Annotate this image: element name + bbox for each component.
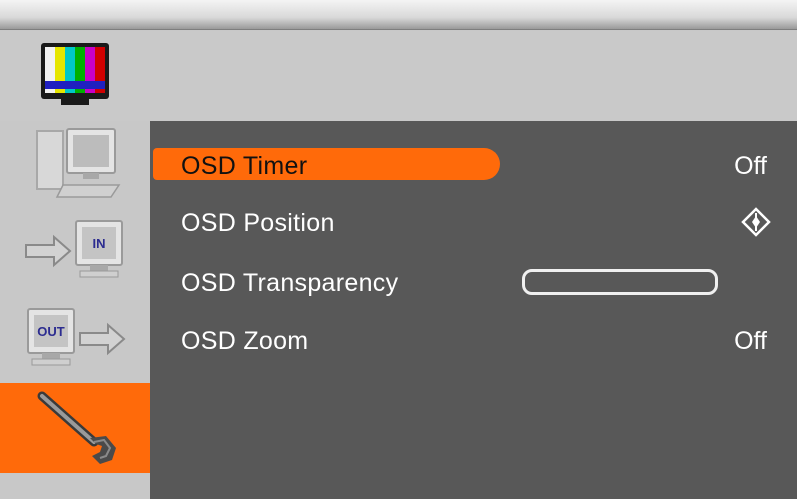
- position-diamond-icon: [741, 207, 771, 237]
- transparency-slider[interactable]: [522, 269, 718, 295]
- sidebar-item-tools[interactable]: [0, 383, 150, 473]
- menu-row-label: OSD Zoom: [181, 327, 309, 355]
- menu-row-osd-position[interactable]: OSD Position: [150, 204, 797, 240]
- sidebar-item-input[interactable]: IN: [0, 207, 150, 295]
- osd-timer-value: Off: [734, 152, 767, 180]
- osd-zoom-value: Off: [734, 327, 767, 355]
- sidebar-item-pc[interactable]: [0, 119, 150, 207]
- computer-monitor-icon: [36, 128, 121, 198]
- color-bars-tv-icon: [41, 43, 109, 105]
- sidebar-item-picture[interactable]: [0, 31, 150, 119]
- menu-row-osd-zoom[interactable]: OSD Zoom Off: [150, 322, 797, 358]
- title-bar: [0, 0, 797, 30]
- sidebar: IN OUT: [0, 31, 150, 499]
- output-monitor-icon: OUT: [27, 308, 126, 366]
- osd-menu-panel: OSD Timer Off OSD Position OSD Transpare…: [150, 121, 797, 499]
- osd-window: IN OUT OSD Timer Off OSD Position OSD Tr…: [0, 0, 797, 499]
- input-monitor-icon: IN: [25, 220, 123, 278]
- menu-row-label: OSD Transparency: [181, 269, 399, 297]
- menu-row-osd-timer[interactable]: OSD Timer Off: [150, 147, 797, 183]
- sidebar-item-output[interactable]: OUT: [0, 295, 150, 383]
- svg-text:IN: IN: [93, 236, 106, 251]
- menu-row-label: OSD Timer: [181, 152, 308, 180]
- menu-row-osd-transparency[interactable]: OSD Transparency: [150, 264, 797, 300]
- svg-text:OUT: OUT: [37, 324, 65, 339]
- menu-row-label: OSD Position: [181, 209, 335, 237]
- wrench-icon: [37, 391, 116, 464]
